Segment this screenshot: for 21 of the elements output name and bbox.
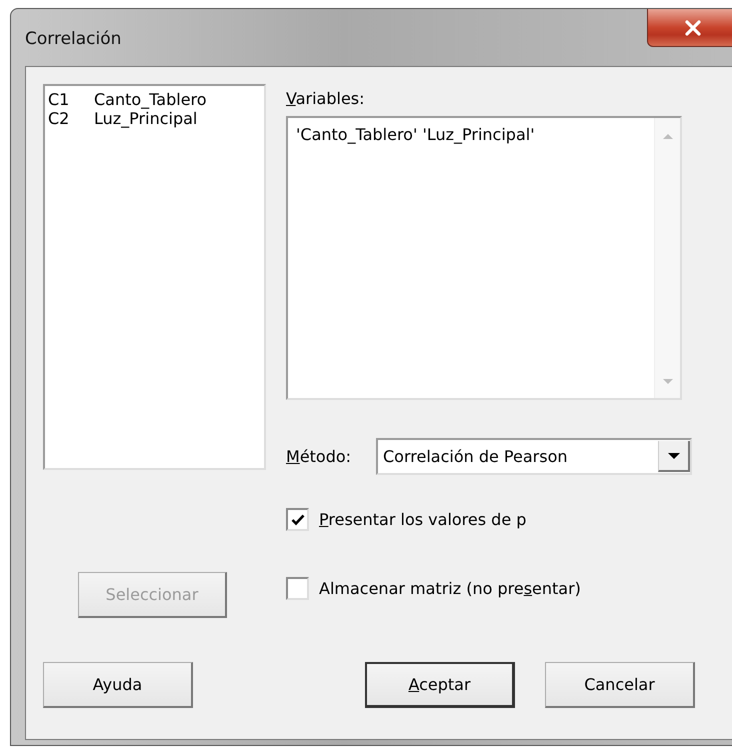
dropdown-caret-icon: [666, 452, 680, 460]
variables-label: Variables:: [286, 89, 365, 108]
checkbox[interactable]: [286, 508, 309, 531]
scroll-up-icon[interactable]: [662, 132, 674, 140]
checkbox-label[interactable]: Almacenar matriz (no presentar): [319, 579, 581, 598]
close-button[interactable]: [647, 9, 732, 47]
scroll-down-icon[interactable]: [662, 378, 674, 386]
dialog-button[interactable]: Ayuda: [43, 662, 193, 708]
checkmark-icon: [290, 514, 304, 526]
close-icon: [684, 20, 702, 36]
method-dropdown[interactable]: Correlación de Pearson: [376, 438, 692, 475]
checkbox[interactable]: [286, 577, 309, 600]
variables-field[interactable]: 'Canto_Tablero' 'Luz_Principal': [286, 116, 682, 400]
method-label: Método:: [286, 447, 352, 466]
column-item[interactable]: C1 Canto_Tablero: [48, 90, 261, 109]
dialog-button[interactable]: Aceptar: [365, 662, 515, 708]
column-item[interactable]: C2 Luz_Principal: [48, 109, 261, 128]
dialog-button[interactable]: Cancelar: [545, 662, 695, 708]
checkbox-label[interactable]: Presentar los valores de p: [319, 510, 526, 529]
scrollbar[interactable]: [654, 118, 680, 398]
window-title: Correlación: [25, 29, 122, 49]
